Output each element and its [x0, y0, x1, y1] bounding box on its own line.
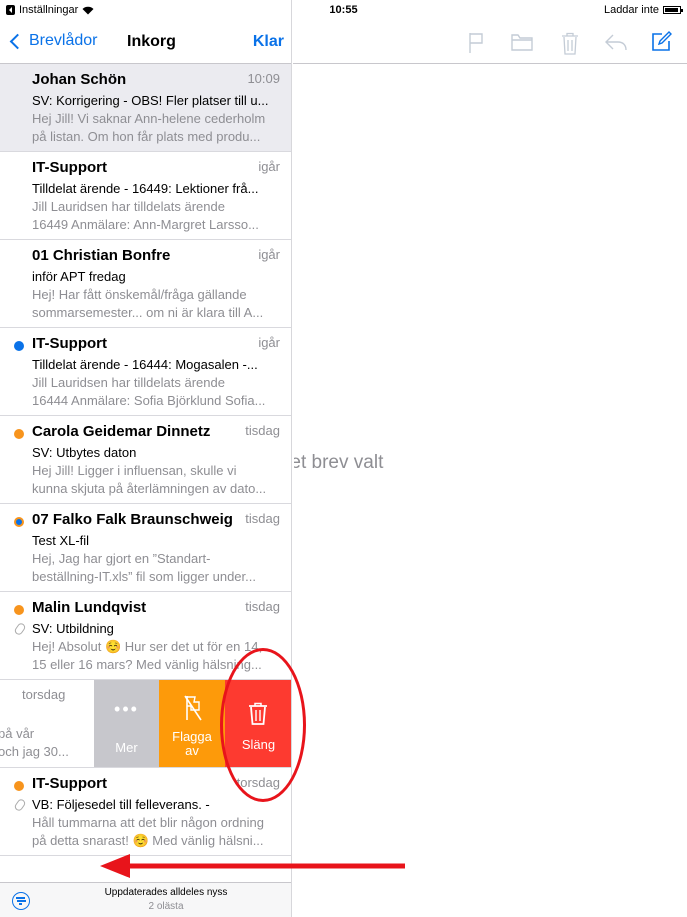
preview-line: Jill Lauridsen har tilldelats ärende	[32, 199, 225, 214]
message-sender: Johan Schön	[32, 71, 127, 88]
back-button-label: Brevlådor	[29, 32, 98, 49]
message-preview: Hej! Har fått önskemål/fråga gällande so…	[32, 286, 282, 322]
message-row[interactable]: IT-Support igår Tilldelat ärende - 16444…	[0, 328, 291, 416]
inbox-navbar: Brevlådor Inkorg Klar	[0, 22, 291, 64]
message-subject: inför APT fredag	[32, 269, 126, 284]
preview-line: 16444 Anmälare: Sofia Björklund Sofia...	[32, 393, 266, 408]
empty-state-text: Inget brev valt	[294, 452, 384, 473]
more-button[interactable]: ••• Mer	[94, 680, 159, 767]
message-row[interactable]: Johan Schön 10:09 SV: Korrigering - OBS!…	[0, 64, 291, 152]
reply-icon[interactable]	[604, 32, 628, 52]
swiped-time-text: torsdag	[22, 687, 66, 702]
message-time: igår	[258, 335, 280, 350]
message-sender: IT-Support	[32, 775, 107, 792]
message-subject: Test XL-fil	[32, 533, 90, 548]
preview-line: Hej Jill! Ligger i influensan, skulle vi	[32, 463, 237, 478]
update-status: Uppdaterades alldeles nyss	[104, 887, 228, 898]
message-time: tisdag	[245, 511, 280, 526]
message-time: igår	[258, 159, 280, 174]
preview-line: och jag 30...	[0, 744, 69, 759]
message-preview: Hej Jill! Ligger i influensan, skulle vi…	[32, 462, 282, 498]
status-right: Laddar inte	[603, 4, 683, 16]
message-sender: 07 Falko Falk Braunschweig	[32, 511, 233, 528]
bottom-toolbar: Uppdaterades alldeles nyss 2 olästa	[0, 882, 291, 917]
swipe-left-arrow-icon	[100, 854, 405, 878]
message-subject: SV: Utbytes daton	[32, 445, 137, 460]
preview-line: Hej! Absolut ☺️ Hur ser det ut för en 14…	[32, 639, 263, 654]
message-row[interactable]: 07 Falko Falk Braunschweig tisdag Test X…	[0, 504, 291, 592]
preview-line: Hej Jill! Vi saknar Ann-helene cederholm	[32, 111, 266, 126]
flag-outline-icon[interactable]	[467, 32, 485, 54]
message-time: torsdag	[0, 687, 65, 702]
message-preview: Jill Lauridsen har tilldelats ärende 164…	[32, 198, 282, 234]
detail-toolbar	[293, 22, 687, 64]
unread-dot	[14, 341, 24, 351]
message-row[interactable]: IT-Support igår Tilldelat ärende - 16449…	[0, 152, 291, 240]
preview-line: på listan. Om hon får plats med produ...	[32, 129, 261, 144]
message-row[interactable]: 01 Christian Bonfre igår inför APT freda…	[0, 240, 291, 328]
message-subject: Tilldelat ärende - 16449: Lektioner frå.…	[32, 181, 259, 196]
message-time: tisdag	[245, 423, 280, 438]
message-time: igår	[258, 247, 280, 262]
preview-line: kunna skjuta på återlämningen av dato...	[32, 481, 267, 496]
page-title: Inkorg	[127, 33, 176, 50]
message-preview: Hej, Jag har gjort en ”Standart- beställ…	[32, 550, 282, 586]
flag-icon	[184, 695, 202, 721]
preview-line: 16449 Anmälare: Ann-Margret Larsso...	[32, 217, 259, 232]
flag-dot	[14, 781, 24, 791]
filter-icon[interactable]	[12, 892, 30, 910]
preview-line: beställning-IT.xls” fil som ligger under…	[32, 569, 256, 584]
message-row[interactable]: Carola Geidemar Dinnetz tisdag SV: Utbyt…	[0, 416, 291, 504]
unflag-button-label: Flagga av	[159, 730, 225, 758]
message-sender: 01 Christian Bonfre	[32, 247, 171, 264]
folder-icon[interactable]	[511, 32, 533, 52]
message-time: tisdag	[245, 599, 280, 614]
unflag-label-line: Flagga	[172, 729, 212, 744]
unflag-button[interactable]: Flagga av	[159, 680, 225, 767]
message-sender: Malin Lundqvist	[32, 599, 147, 616]
message-sender: IT-Support	[32, 335, 107, 352]
mailboxes-back-button[interactable]: Brevlådor	[9, 32, 98, 50]
more-button-label: Mer	[115, 740, 138, 755]
preview-line: på vår	[0, 726, 35, 741]
unread-flag-dot	[14, 517, 24, 527]
message-subject: Tilldelat ärende - 16444: Mogasalen -...	[32, 357, 258, 372]
paperclip-icon	[13, 797, 27, 813]
message-time: 10:09	[247, 71, 280, 86]
preview-line: Håll tummarna att det blir någon ordning	[32, 815, 264, 830]
more-dots-icon: •••	[114, 699, 139, 719]
message-subject: SV: Utbildning	[32, 621, 114, 636]
unflag-label-line: av	[185, 743, 199, 758]
message-sender: IT-Support	[32, 159, 107, 176]
flag-dot	[14, 429, 24, 439]
compose-icon[interactable]	[650, 31, 672, 53]
done-button[interactable]: Klar	[253, 33, 284, 51]
highlight-ellipse	[220, 648, 306, 802]
battery-icon	[663, 6, 683, 14]
swiped-row-content[interactable]: torsdag på vår och jag 30...	[0, 680, 100, 767]
message-preview: Håll tummarna att det blir någon ordning…	[32, 814, 282, 850]
preview-line: Hej! Har fått önskemål/fråga gällande	[32, 287, 247, 302]
preview-line: Jill Lauridsen har tilldelats ärende	[32, 375, 225, 390]
preview-line: på detta snarast! ☺️ Med vänlig hälsni..…	[32, 833, 264, 848]
flag-dot	[14, 605, 24, 615]
preview-line: sommarsemester... om ni är klara till A.…	[32, 305, 264, 320]
no-message-selected: Inget brev valt	[294, 452, 474, 474]
unread-count: 2 olästa	[148, 901, 184, 912]
message-preview: Jill Lauridsen har tilldelats ärende 164…	[32, 374, 282, 410]
message-preview: Hej Jill! Vi saknar Ann-helene cederholm…	[32, 110, 282, 146]
paperclip-icon	[13, 621, 27, 637]
message-subject: VB: Följesedel till felleverans. -	[32, 797, 210, 812]
charging-status: Laddar inte	[603, 4, 659, 16]
chevron-left-icon	[9, 33, 26, 50]
message-subject: SV: Korrigering - OBS! Fler platser till…	[32, 93, 269, 108]
message-sender: Carola Geidemar Dinnetz	[32, 423, 211, 440]
preview-line: Hej, Jag har gjort en ”Standart-	[32, 551, 211, 566]
trash-outline-icon[interactable]	[561, 32, 579, 56]
